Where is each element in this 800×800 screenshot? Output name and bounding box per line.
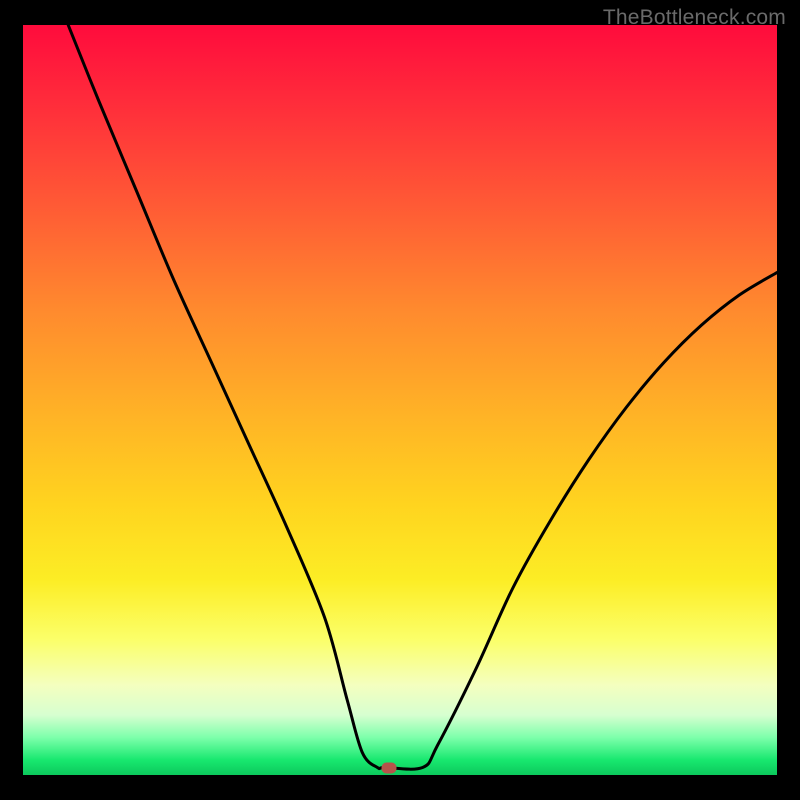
bottleneck-curve	[23, 25, 777, 775]
marker-dot	[381, 762, 396, 773]
watermark-text: TheBottleneck.com	[603, 6, 786, 30]
chart-frame: TheBottleneck.com	[0, 0, 800, 800]
plot-area	[23, 25, 777, 775]
